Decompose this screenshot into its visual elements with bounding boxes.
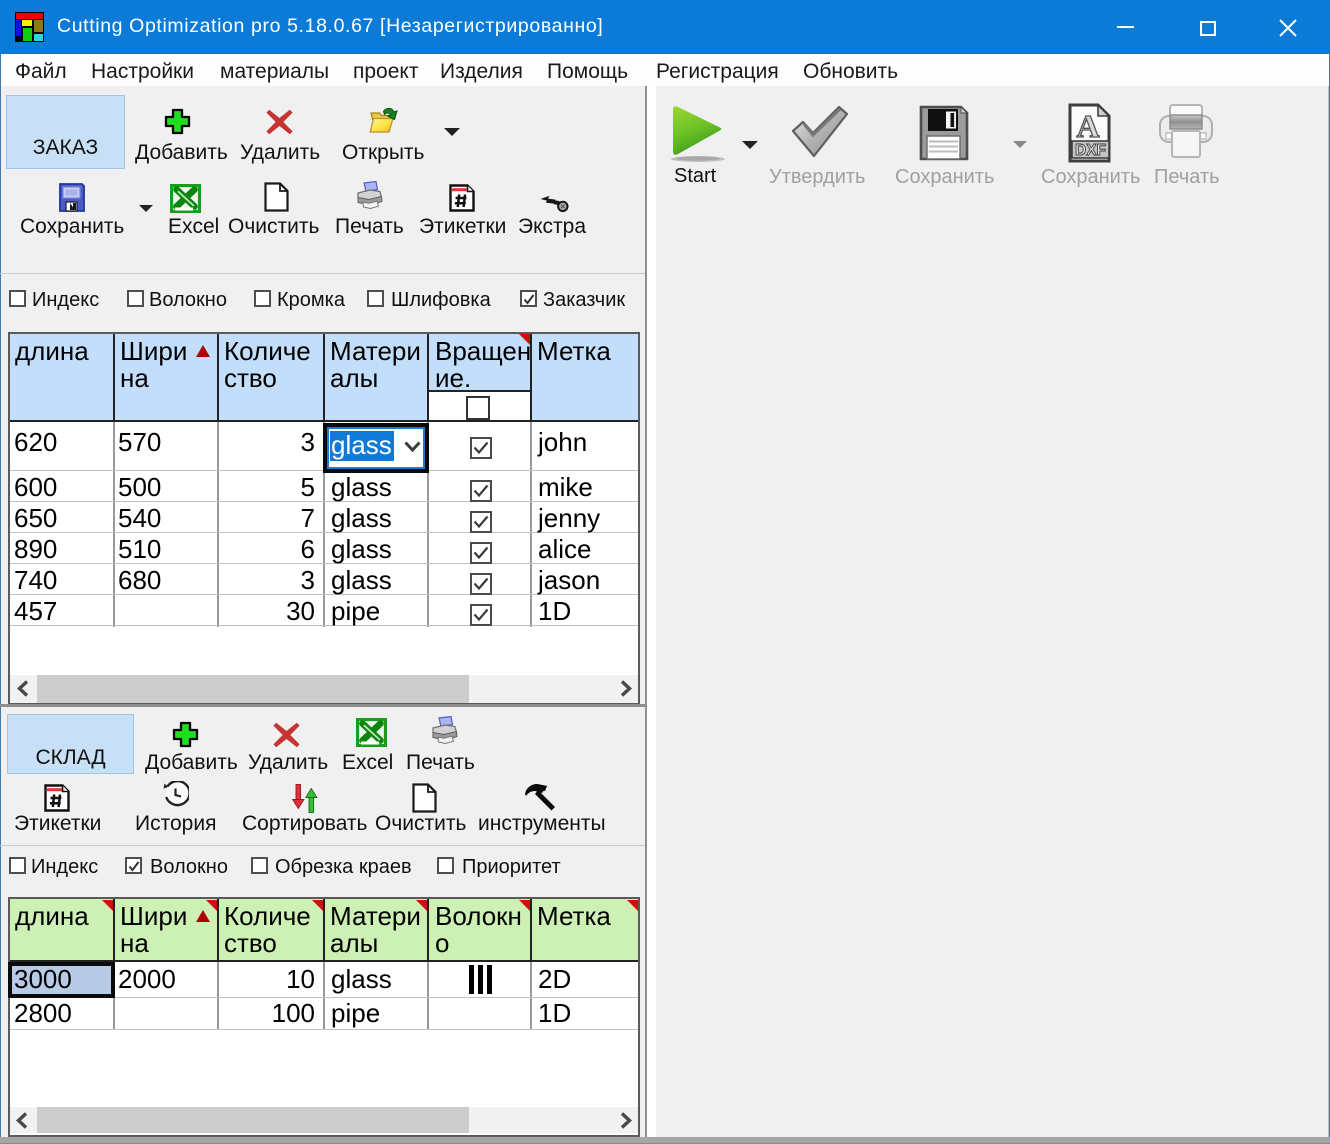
svg-text:A: A bbox=[1076, 108, 1099, 144]
svg-text:DXF: DXF bbox=[1075, 142, 1106, 159]
